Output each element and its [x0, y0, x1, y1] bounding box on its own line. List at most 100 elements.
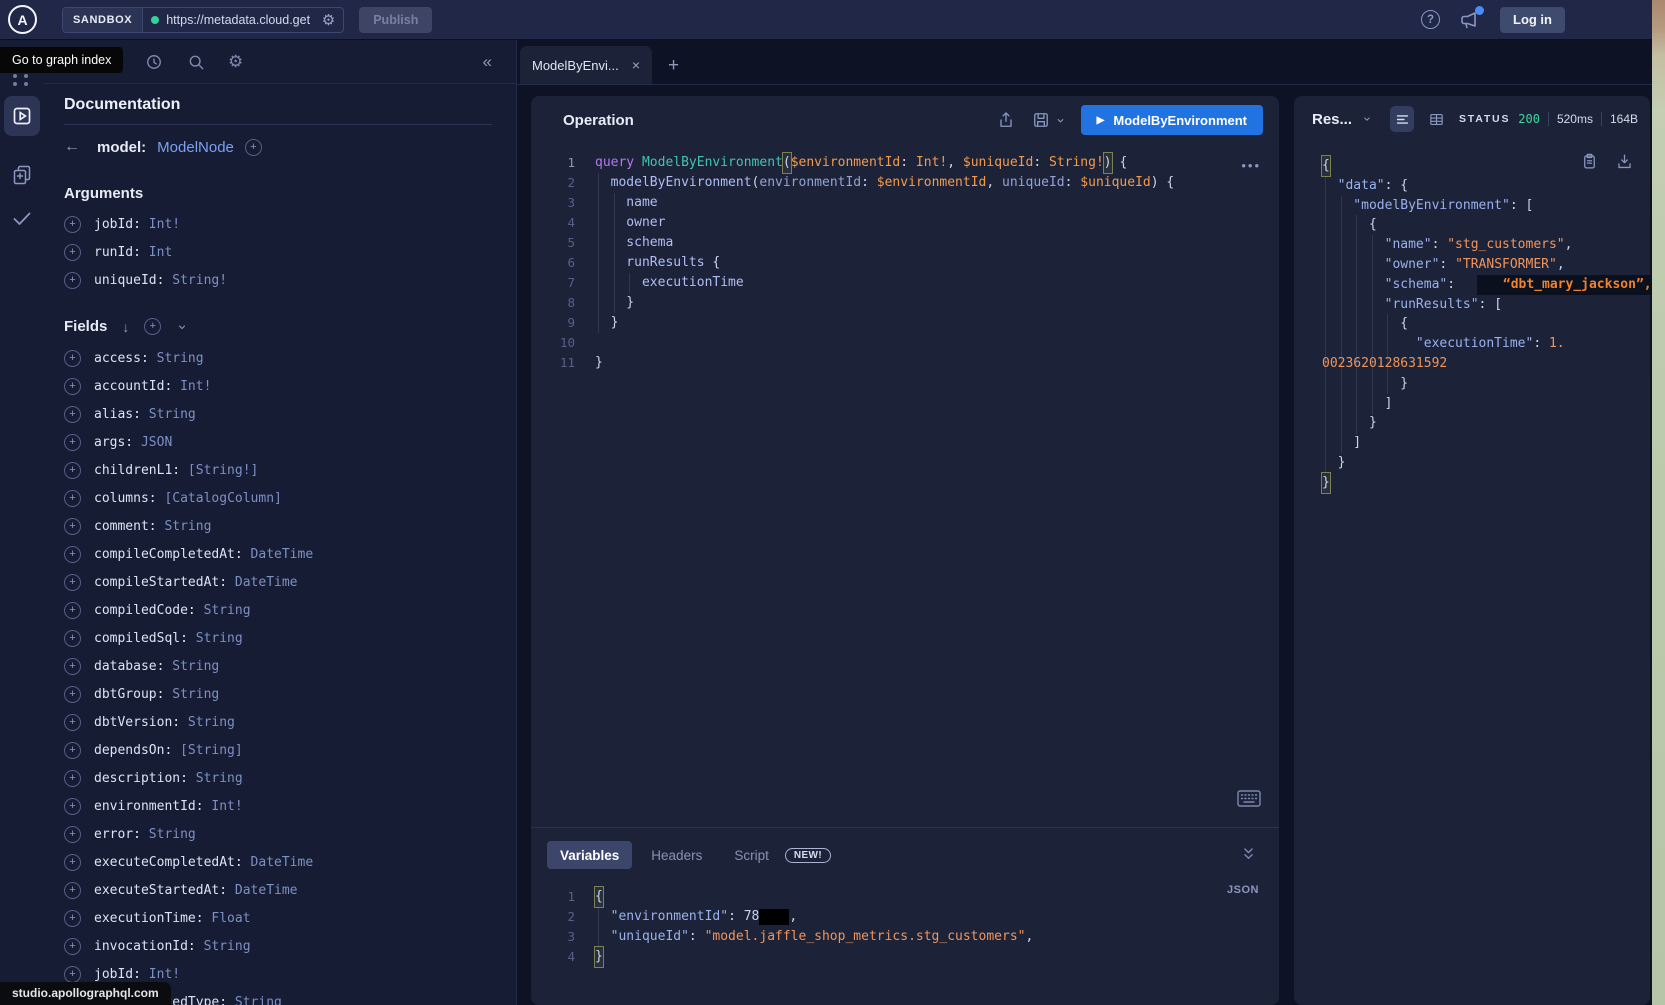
sidebar-item-schema[interactable] — [4, 154, 40, 194]
add-field-icon[interactable]: + — [64, 798, 81, 815]
add-field-icon[interactable]: + — [64, 770, 81, 787]
add-field-icon[interactable]: + — [64, 686, 81, 703]
sort-fields-icon[interactable]: ↓ — [122, 319, 129, 335]
add-all-fields-icon[interactable]: + — [144, 318, 161, 335]
keyboard-shortcuts-icon[interactable] — [1237, 790, 1261, 807]
raw-view-toggle[interactable] — [1390, 106, 1415, 132]
collapse-sidebar-icon[interactable]: « — [483, 52, 492, 72]
add-field-icon[interactable]: + — [64, 272, 81, 289]
add-field-icon[interactable]: + — [64, 854, 81, 871]
schema-field-row[interactable]: +description: String — [64, 764, 492, 792]
chevron-down-icon[interactable] — [176, 321, 188, 333]
schema-field-row[interactable]: +dependsOn: [String] — [64, 736, 492, 764]
schema-field-row[interactable]: +error: String — [64, 820, 492, 848]
schema-field-row[interactable]: +compiledSql: String — [64, 624, 492, 652]
schema-field-row[interactable]: +compileCompletedAt: DateTime — [64, 540, 492, 568]
close-tab-icon[interactable]: × — [632, 57, 640, 73]
announcements-megaphone-icon[interactable] — [1458, 8, 1482, 32]
search-icon[interactable] — [186, 52, 206, 72]
add-field-icon[interactable]: + — [64, 882, 81, 899]
code-line: "name": "stg_customers", — [1322, 235, 1642, 255]
sidebar-item-explorer[interactable] — [4, 96, 40, 136]
add-field-icon[interactable]: + — [64, 244, 81, 261]
response-menu-chevron-icon[interactable] — [1362, 113, 1372, 125]
add-field-icon[interactable]: + — [64, 826, 81, 843]
schema-field-row[interactable]: +alias: String — [64, 400, 492, 428]
schema-field-row[interactable]: + dbtVersion: String — [64, 708, 492, 736]
add-field-icon[interactable]: + — [64, 658, 81, 675]
apollo-logo-icon[interactable]: A — [8, 5, 37, 34]
connection-settings-gear-icon[interactable]: ⚙ — [322, 11, 335, 29]
history-icon[interactable] — [144, 52, 164, 72]
code-line: { — [1322, 314, 1642, 334]
add-field-icon[interactable]: + — [64, 602, 81, 619]
back-icon[interactable]: ← — [64, 138, 80, 156]
tab-variables[interactable]: Variables — [547, 841, 632, 869]
response-duration: 520ms — [1557, 112, 1593, 126]
schema-field-row[interactable]: +executeStartedAt: DateTime — [64, 876, 492, 904]
add-field-icon[interactable]: + — [64, 490, 81, 507]
add-field-icon[interactable]: + — [64, 938, 81, 955]
schema-field-row[interactable]: +invocationId: String — [64, 932, 492, 960]
add-field-icon[interactable]: + — [64, 966, 81, 983]
field-signature: dbtVersion: String — [94, 715, 235, 730]
sidebar-item-checks[interactable] — [4, 198, 40, 238]
settings-gear-icon[interactable]: ⚙ — [228, 52, 243, 72]
add-field-icon[interactable]: + — [64, 462, 81, 479]
publish-button[interactable]: Publish — [359, 7, 432, 33]
schema-field-row[interactable]: +dbtGroup: String — [64, 680, 492, 708]
add-field-icon[interactable]: + — [64, 518, 81, 535]
schema-field-row[interactable]: +jobId: Int! — [64, 210, 492, 238]
help-icon[interactable]: ? — [1421, 10, 1440, 29]
schema-field-row[interactable]: + database: String — [64, 652, 492, 680]
save-operation-icon[interactable] — [1031, 110, 1051, 130]
request-settings-tabs: Variables Headers Script NEW! — [547, 841, 831, 869]
add-field-icon[interactable]: + — [64, 378, 81, 395]
add-field-icon[interactable]: + — [64, 434, 81, 451]
operation-tab[interactable]: ModelByEnvi... × — [520, 46, 652, 84]
endpoint-url-text[interactable]: https://metadata.cloud.get — [166, 13, 315, 27]
add-field-icon[interactable]: + — [64, 714, 81, 731]
login-button[interactable]: Log in — [1500, 7, 1565, 33]
add-field-icon[interactable]: + — [64, 574, 81, 591]
schema-field-row[interactable]: +compileStartedAt: DateTime — [64, 568, 492, 596]
share-operation-icon[interactable] — [996, 110, 1016, 130]
schema-field-row[interactable]: +compiledCode: String — [64, 596, 492, 624]
schema-field-row[interactable]: +runId: Int — [64, 238, 492, 266]
schema-field-row[interactable]: +childrenL1: [String!] — [64, 456, 492, 484]
type-link[interactable]: ModelNode — [157, 139, 234, 156]
schema-field-row[interactable]: +access: String — [64, 344, 492, 372]
collapse-variables-icon[interactable] — [1240, 844, 1257, 864]
add-field-icon[interactable]: + — [64, 630, 81, 647]
response-body[interactable]: { "data": { "modelByEnvironment": [ { "n… — [1322, 156, 1642, 493]
endpoint-url-field[interactable]: https://metadata.cloud.get ⚙ — [143, 11, 343, 29]
code-line — [595, 333, 1269, 353]
schema-field-row[interactable]: +args: JSON — [64, 428, 492, 456]
response-panel-title: Res... — [1312, 111, 1352, 128]
run-operation-button[interactable]: ▶ ModelByEnvironment — [1081, 105, 1263, 135]
operation-editor[interactable]: 1234567891011 query ModelByEnvironment($… — [531, 153, 1269, 373]
variables-editor[interactable]: 1234 { "environmentId": 78, "uniqueId": … — [531, 887, 1269, 967]
schema-field-row[interactable]: +environmentId: Int! — [64, 792, 492, 820]
tab-headers[interactable]: Headers — [638, 841, 715, 869]
add-type-icon[interactable]: + — [245, 139, 262, 156]
schema-field-row[interactable]: +columns: [CatalogColumn] — [64, 484, 492, 512]
field-signature: database: String — [94, 659, 219, 674]
schema-field-row[interactable]: +comment: String — [64, 512, 492, 540]
schema-field-row[interactable]: +uniqueId: String! — [64, 266, 492, 294]
save-options-chevron-icon[interactable] — [1055, 115, 1066, 126]
schema-field-row[interactable]: +executionTime: Float — [64, 904, 492, 932]
schema-field-row[interactable]: +executeCompletedAt: DateTime — [64, 848, 492, 876]
new-tab-icon[interactable]: + — [668, 56, 679, 75]
editor-options-icon[interactable]: ••• — [1241, 158, 1261, 173]
graph-index-icon[interactable] — [13, 74, 31, 86]
add-field-icon[interactable]: + — [64, 910, 81, 927]
table-view-toggle[interactable] — [1424, 106, 1449, 132]
tab-script[interactable]: Script — [721, 841, 775, 869]
add-field-icon[interactable]: + — [64, 216, 81, 233]
add-field-icon[interactable]: + — [64, 406, 81, 423]
add-field-icon[interactable]: + — [64, 546, 81, 563]
add-field-icon[interactable]: + — [64, 742, 81, 759]
add-field-icon[interactable]: + — [64, 350, 81, 367]
schema-field-row[interactable]: +accountId: Int! — [64, 372, 492, 400]
